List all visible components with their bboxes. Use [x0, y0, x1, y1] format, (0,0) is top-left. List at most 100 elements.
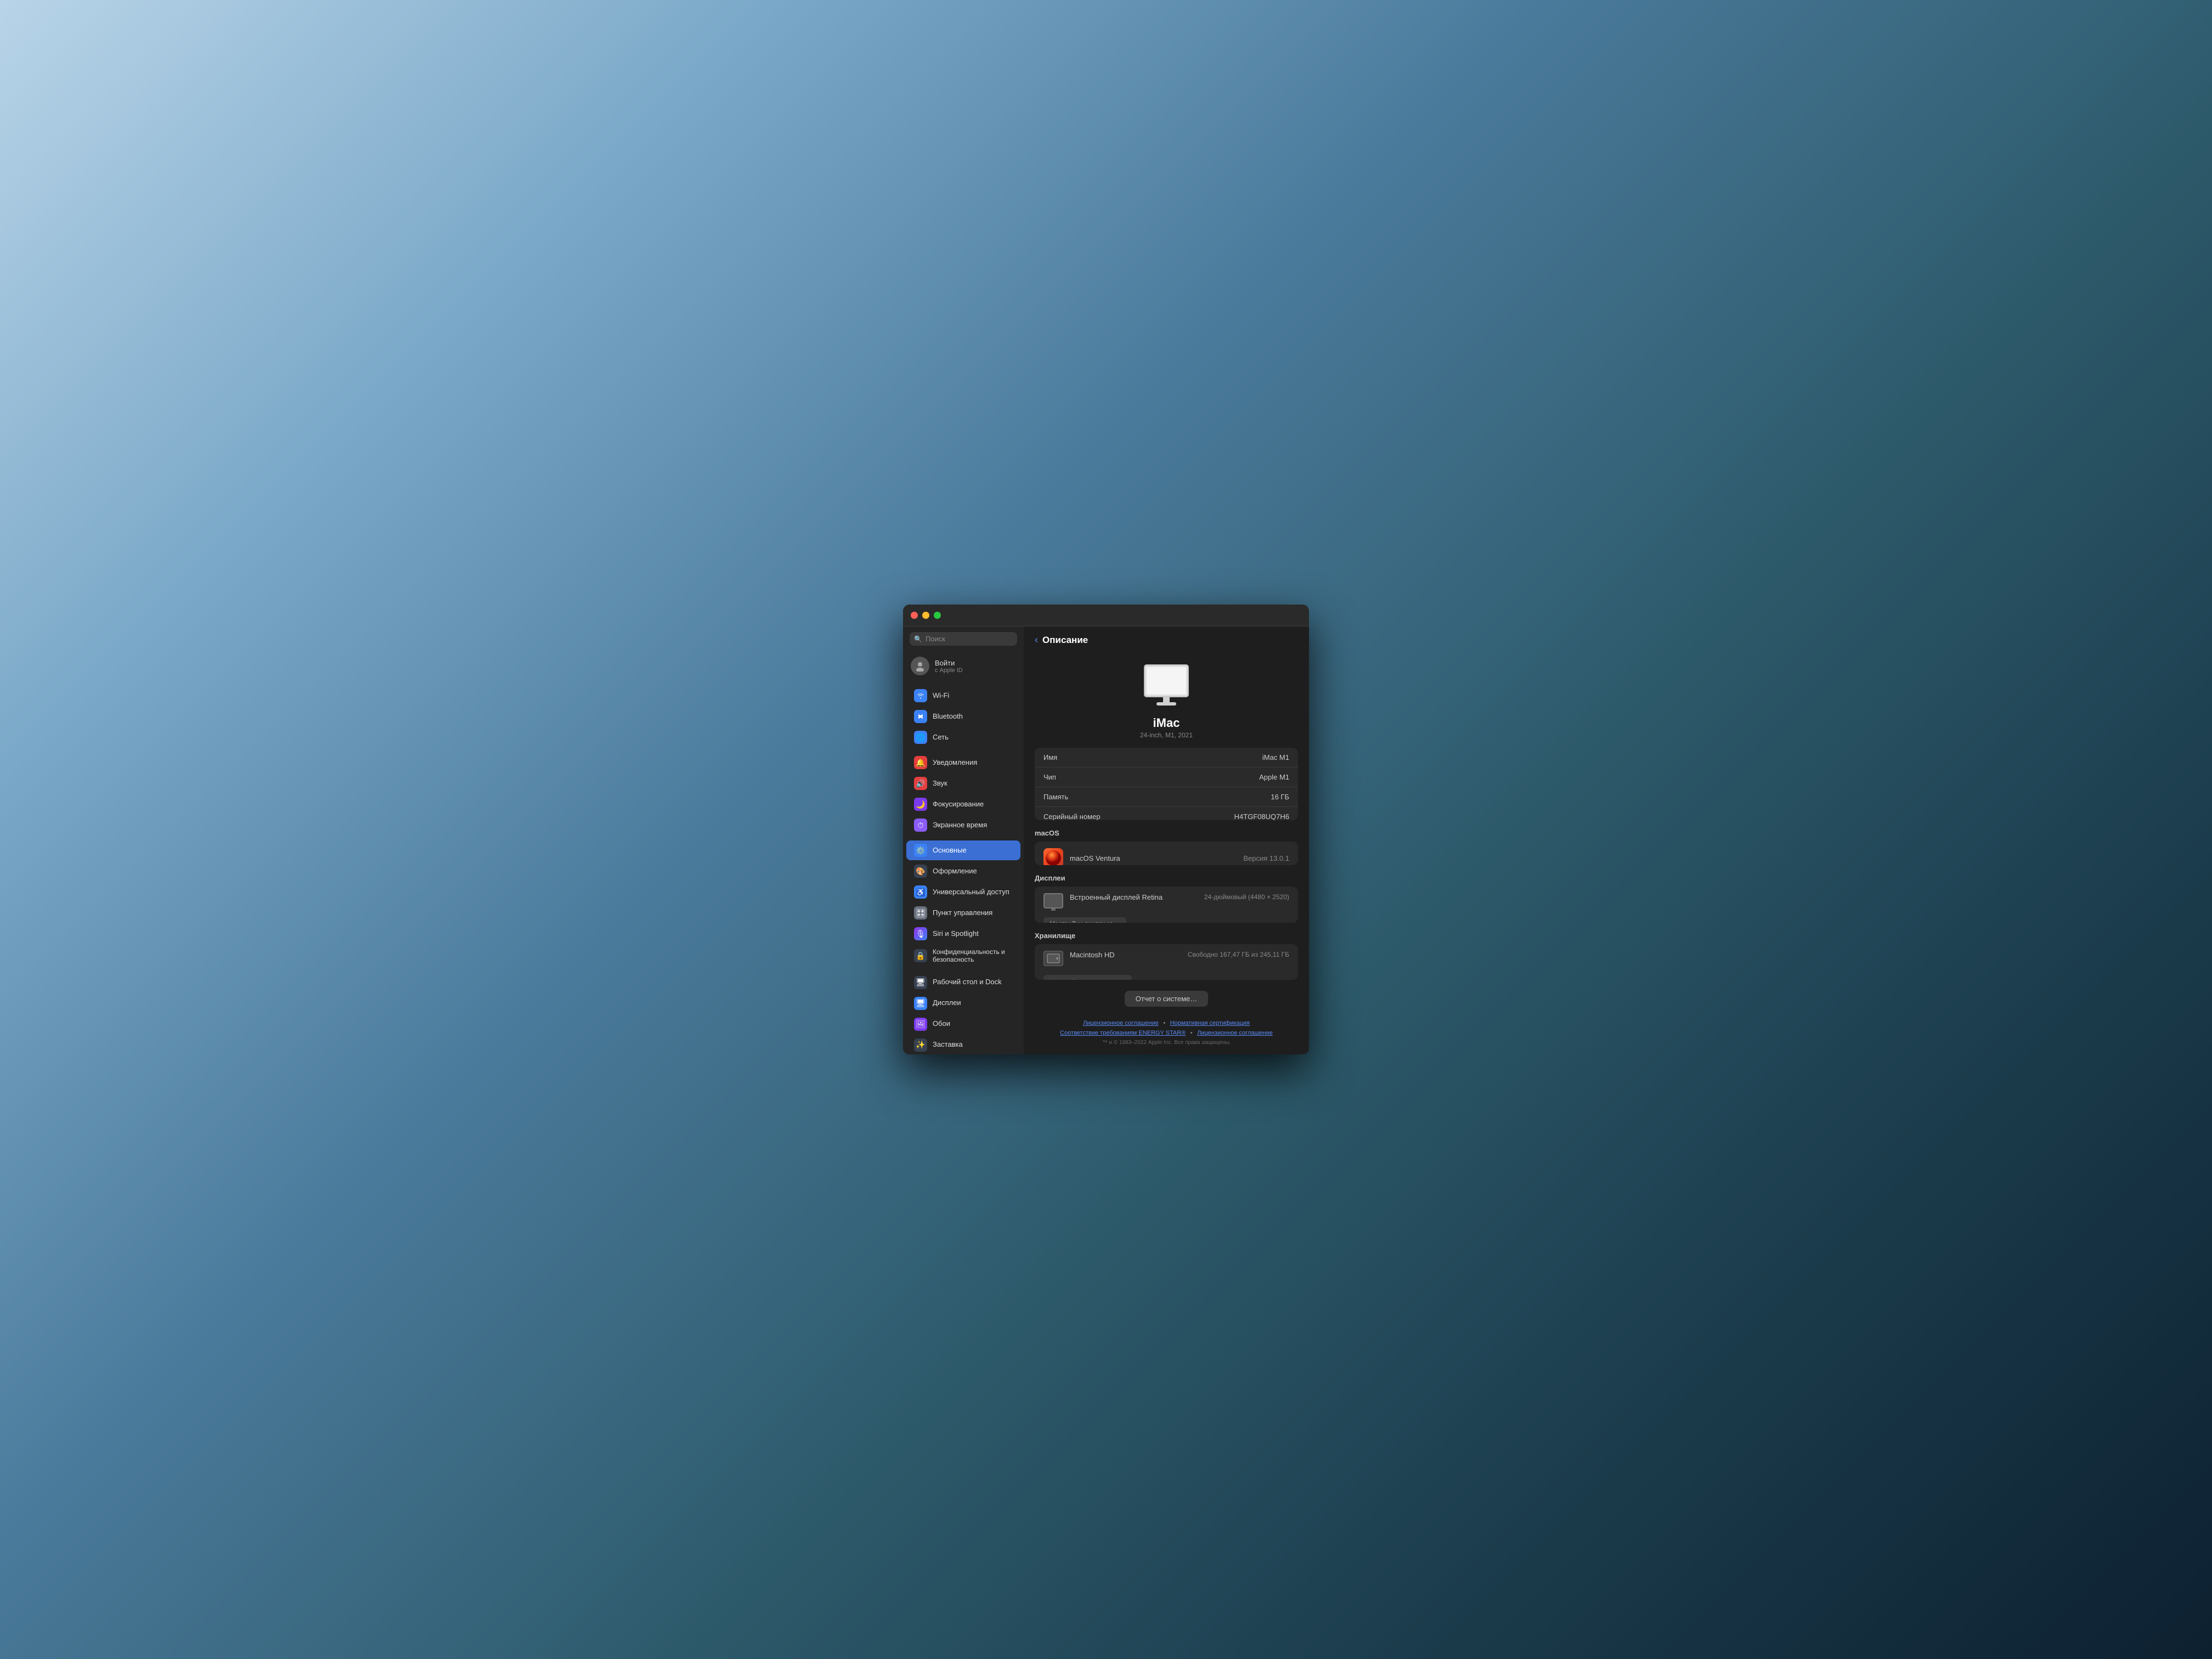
profile-login: Войти	[935, 659, 963, 667]
energy-link[interactable]: Соответствие требованиям ENERGY STAR®	[1060, 1030, 1186, 1036]
sidebar-item-wallpaper[interactable]: 🖼 Обои	[906, 1014, 1020, 1034]
sidebar-item-label: Рабочий стол и Dock	[933, 978, 1002, 987]
sidebar-item-privacy[interactable]: 🔒 Конфиденциальность и безопасность	[906, 945, 1020, 967]
search-input[interactable]	[926, 635, 1013, 643]
sidebar-item-notifications[interactable]: 🔔 Уведомления	[906, 753, 1020, 772]
main-panel: ‹ Описание iMac 24-inch	[1024, 627, 1309, 1054]
sidebar-item-label: Оформление	[933, 867, 977, 876]
back-button[interactable]: ‹	[1035, 634, 1038, 646]
sidebar-item-appearance[interactable]: 🎨 Оформление	[906, 861, 1020, 881]
privacy-icon: 🔒	[914, 949, 927, 962]
network-icon: 🌐	[914, 731, 927, 744]
storage-name: Macintosh HD	[1070, 951, 1181, 959]
profile-sub: с Apple ID	[935, 667, 963, 674]
search-box[interactable]: 🔍	[910, 632, 1017, 646]
sidebar-item-label: Siri и Spotlight	[933, 929, 979, 939]
info-label-chip: Чип	[1043, 773, 1056, 781]
window-content: 🔍 Войти с Apple ID	[903, 627, 1309, 1054]
info-row-memory: Память 16 ГБ	[1035, 787, 1298, 807]
system-report-button[interactable]: Отчет о системе…	[1125, 991, 1209, 1007]
sidebar-item-wifi[interactable]: Wi-Fi	[906, 686, 1020, 706]
displays-section: Встроенный дисплей Retina 24-дюймовый (4…	[1035, 887, 1298, 922]
storage-settings-button[interactable]: Настройки хранилища…	[1043, 975, 1132, 980]
sidebar-item-screentime[interactable]: ⏱ Экранное время	[906, 815, 1020, 835]
sidebar-item-sound[interactable]: 🔊 Звук	[906, 774, 1020, 793]
sidebar-item-label: Пункт управления	[933, 909, 992, 918]
sidebar-item-network[interactable]: 🌐 Сеть	[906, 727, 1020, 747]
storage-free: Свободно 167,47 ГБ из 245,11 ГБ	[1188, 951, 1289, 958]
sound-icon: 🔊	[914, 777, 927, 790]
separator-1: •	[1163, 1020, 1165, 1026]
storage-section-title: Хранилище	[1024, 932, 1309, 944]
sidebar-item-label: Сеть	[933, 733, 949, 742]
panel-header: ‹ Описание	[1024, 627, 1309, 651]
device-icon	[1139, 662, 1194, 712]
display-settings-button[interactable]: Настройки дисплеев…	[1043, 917, 1126, 922]
titlebar	[903, 605, 1309, 627]
info-value-chip: Apple M1	[1259, 773, 1289, 781]
macos-section: macOS Ventura Версия 13.0.1	[1035, 842, 1298, 865]
device-subtitle: 24-inch, M1, 2021	[1140, 731, 1193, 739]
license-link-1[interactable]: Лицензионное соглашение	[1083, 1020, 1159, 1026]
info-value-name: iMac M1	[1262, 753, 1289, 761]
certification-link[interactable]: Нормативная сертификация	[1170, 1020, 1250, 1026]
storage-icon	[1043, 951, 1063, 966]
page-title: Описание	[1042, 635, 1088, 646]
info-value-memory: 16 ГБ	[1271, 793, 1289, 801]
search-icon: 🔍	[914, 635, 922, 643]
minimize-button[interactable]	[922, 612, 929, 619]
sidebar-item-label: Основные	[933, 846, 967, 855]
storage-info: Macintosh HD	[1070, 951, 1181, 959]
info-section: Имя iMac M1 Чип Apple M1 Память 16 ГБ Се…	[1035, 748, 1298, 820]
sidebar: 🔍 Войти с Apple ID	[903, 627, 1024, 1054]
sidebar-item-label: Bluetooth	[933, 712, 963, 721]
profile-section[interactable]: Войти с Apple ID	[903, 651, 1024, 681]
display-icon	[1043, 893, 1063, 909]
sidebar-item-controlcenter[interactable]: 🎛 Пункт управления	[906, 903, 1020, 923]
desktop-icon: 🖥	[914, 976, 927, 989]
avatar	[911, 657, 929, 675]
sidebar-item-bluetooth[interactable]: Bluetooth	[906, 707, 1020, 726]
info-row-name: Имя iMac M1	[1035, 748, 1298, 768]
display-size: 24-дюймовый (4480 × 2520)	[1204, 893, 1289, 901]
info-row-chip: Чип Apple M1	[1035, 768, 1298, 787]
fullscreen-button[interactable]	[934, 612, 941, 619]
display-info: Встроенный дисплей Retina	[1070, 893, 1198, 901]
controlcenter-icon: 🎛	[914, 906, 927, 919]
sidebar-item-screensaver[interactable]: ✨ Заставка	[906, 1035, 1020, 1054]
footer-links: Лицензионное соглашение • Нормативная се…	[1024, 1015, 1309, 1054]
sidebar-item-label: Дисплеи	[933, 998, 961, 1008]
info-row-serial: Серийный номер H4TGF08UQ7H6	[1035, 807, 1298, 820]
sidebar-item-siri[interactable]: 🎙 Siri и Spotlight	[906, 924, 1020, 944]
sidebar-item-label: Обои	[933, 1019, 950, 1029]
sidebar-item-label: Фокусирование	[933, 800, 984, 809]
close-button[interactable]	[911, 612, 918, 619]
license-link-2[interactable]: Лицензионное соглашение	[1197, 1030, 1273, 1036]
macos-section-title: macOS	[1024, 829, 1309, 842]
displays-section-title: Дисплеи	[1024, 874, 1309, 887]
notifications-icon: 🔔	[914, 756, 927, 769]
sidebar-item-label: Wi-Fi	[933, 691, 949, 701]
macos-icon	[1043, 848, 1063, 865]
sidebar-item-label: Заставка	[933, 1040, 963, 1049]
accessibility-icon: ♿	[914, 885, 927, 899]
sidebar-item-label: Уведомления	[933, 758, 977, 768]
device-name: iMac	[1153, 716, 1180, 730]
general-icon: ⚙️	[914, 844, 927, 857]
copyright: ™ и © 1983–2022 Apple Inc. Все права защ…	[1035, 1040, 1298, 1046]
focus-icon: 🌙	[914, 798, 927, 811]
sidebar-item-general[interactable]: ⚙️ Основные	[906, 840, 1020, 860]
sidebar-item-displays[interactable]: 🖥 Дисплеи	[906, 994, 1020, 1013]
sidebar-item-label: Звук	[933, 779, 947, 788]
sidebar-item-label: Универсальный доступ	[933, 888, 1009, 897]
sidebar-item-accessibility[interactable]: ♿ Универсальный доступ	[906, 882, 1020, 902]
info-value-serial: H4TGF08UQ7H6	[1234, 812, 1289, 820]
wifi-icon	[914, 689, 927, 702]
screensaver-icon: ✨	[914, 1039, 927, 1052]
info-label-memory: Память	[1043, 793, 1068, 801]
sidebar-item-focus[interactable]: 🌙 Фокусирование	[906, 794, 1020, 814]
sidebar-item-desktop[interactable]: 🖥 Рабочий стол и Dock	[906, 973, 1020, 992]
display-name: Встроенный дисплей Retina	[1070, 893, 1198, 901]
siri-icon: 🎙	[914, 927, 927, 940]
appearance-icon: 🎨	[914, 865, 927, 878]
